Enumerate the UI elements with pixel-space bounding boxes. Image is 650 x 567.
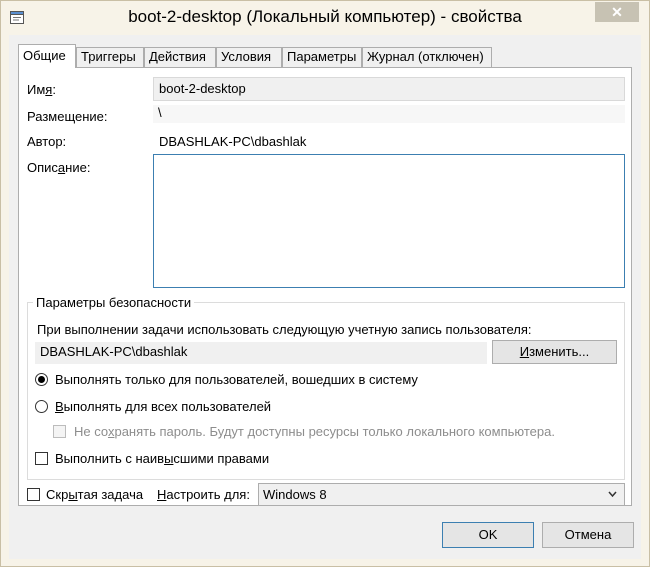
title-bar[interactable]: boot-2-desktop (Локальный компьютер) - с… <box>1 1 649 35</box>
do-not-store-password-checkbox[interactable] <box>53 425 66 438</box>
dialog-client-area: Общие Триггеры Действия Условия Параметр… <box>9 35 641 559</box>
author-value: DBASHLAK-PC\dbashlak <box>159 134 307 149</box>
run-all-users-radio[interactable] <box>35 400 48 413</box>
name-label: Имя: <box>27 82 56 97</box>
tab-conditions[interactable]: Условия <box>216 47 282 67</box>
configure-for-value: Windows 8 <box>263 487 327 502</box>
do-not-store-password-label: Не сохранять пароль. Будут доступны ресу… <box>74 424 555 439</box>
configure-for-label: Настроить для: <box>157 487 250 502</box>
run-all-users-label[interactable]: Выполнять для всех пользователей <box>55 399 271 414</box>
highest-privileges-label[interactable]: Выполнить с наивысшими правами <box>55 451 269 466</box>
run-logged-on-label[interactable]: Выполнять только для пользователей, воше… <box>55 372 418 387</box>
tab-general[interactable]: Общие <box>18 44 76 68</box>
user-account-field: DBASHLAK-PC\dbashlak <box>35 342 487 364</box>
highest-privileges-checkbox[interactable] <box>35 452 48 465</box>
cancel-button[interactable]: Отмена <box>542 522 634 548</box>
configure-for-select[interactable]: Windows 8 <box>258 483 625 506</box>
description-textarea[interactable] <box>153 154 625 288</box>
security-group-title: Параметры безопасности <box>33 295 195 310</box>
name-field[interactable]: boot-2-desktop <box>153 77 625 101</box>
tab-history[interactable]: Журнал (отключен) <box>362 47 492 67</box>
tab-actions[interactable]: Действия <box>144 47 216 67</box>
location-label: Размещение: <box>27 109 108 124</box>
author-label: Автор: <box>27 134 67 149</box>
close-button[interactable]: ✕ <box>595 2 639 22</box>
close-icon: ✕ <box>611 4 623 20</box>
description-label: Описание: <box>27 160 91 175</box>
run-logged-on-radio[interactable] <box>35 373 48 386</box>
account-prompt: При выполнении задачи использовать следу… <box>37 322 532 337</box>
change-user-button[interactable]: Изменить... <box>492 340 617 364</box>
general-tab-panel: Имя: boot-2-desktop Размещение: \ Автор:… <box>18 67 632 506</box>
properties-window: boot-2-desktop (Локальный компьютер) - с… <box>0 0 650 567</box>
hidden-task-label[interactable]: Скрытая задача <box>46 487 143 502</box>
location-value: \ <box>153 105 625 123</box>
window-title: boot-2-desktop (Локальный компьютер) - с… <box>128 7 522 26</box>
tab-settings[interactable]: Параметры <box>282 47 362 67</box>
hidden-task-checkbox[interactable] <box>27 488 40 501</box>
tab-triggers[interactable]: Триггеры <box>76 47 144 67</box>
chevron-down-icon <box>608 484 617 513</box>
ok-button[interactable]: OK <box>442 522 534 548</box>
